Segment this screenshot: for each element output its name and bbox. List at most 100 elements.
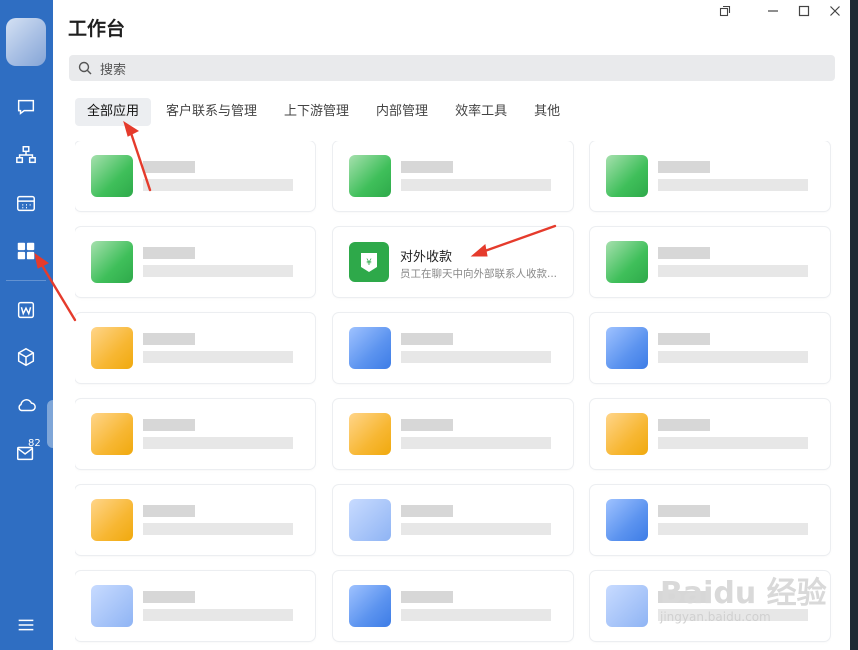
minimize-icon[interactable]: [758, 0, 788, 22]
app-desc-blurred: [401, 351, 551, 363]
app-desc-blurred: [143, 351, 293, 363]
app-desc-blurred: [658, 179, 808, 191]
app-name-blurred: [143, 419, 195, 431]
app-card-external-payment[interactable]: ¥ 对外收款 员工在聊天中向外部联系人收款...: [333, 227, 573, 297]
app-desc-blurred: [401, 609, 551, 621]
app-icon: [349, 413, 391, 455]
app-card[interactable]: [333, 141, 573, 211]
app-card[interactable]: [590, 399, 830, 469]
watermark: Baidu 经验 jingyan.baidu.com: [660, 560, 850, 640]
tab-internal-management[interactable]: 内部管理: [364, 98, 440, 126]
svg-text:¥: ¥: [366, 258, 372, 268]
app-name-blurred: [401, 419, 453, 431]
app-name-blurred: [143, 505, 195, 517]
desktop-edge: [850, 0, 858, 650]
app-desc: 员工在聊天中向外部联系人收款...: [400, 268, 558, 280]
app-desc-blurred: [143, 179, 293, 191]
app-icon: [606, 499, 648, 541]
app-name-blurred: [401, 505, 453, 517]
left-rail: 82: [0, 0, 53, 650]
search-input[interactable]: 搜索: [69, 55, 835, 81]
app-card[interactable]: [75, 571, 315, 641]
cloud-icon[interactable]: [9, 388, 43, 422]
app-icon: [91, 499, 133, 541]
tab-supply-chain[interactable]: 上下游管理: [272, 98, 361, 126]
page-title: 工作台: [68, 18, 126, 40]
chat-icon[interactable]: [9, 90, 43, 124]
app-desc-blurred: [658, 523, 808, 535]
tab-customer-management[interactable]: 客户联系与管理: [154, 98, 269, 126]
pin-window-icon[interactable]: [710, 0, 740, 22]
tab-productivity-tools[interactable]: 效率工具: [443, 98, 519, 126]
app-name-blurred: [658, 161, 710, 173]
app-card[interactable]: [75, 399, 315, 469]
app-desc-blurred: [143, 437, 293, 449]
app-icon: [349, 327, 391, 369]
workbench-icon[interactable]: [9, 234, 43, 268]
app-icon: [606, 327, 648, 369]
apps-cube-icon[interactable]: [9, 340, 43, 374]
app-desc-blurred: [658, 437, 808, 449]
app-card[interactable]: [590, 313, 830, 383]
app-icon: [606, 585, 648, 627]
tab-other[interactable]: 其他: [522, 98, 572, 126]
app-card[interactable]: [75, 313, 315, 383]
avatar[interactable]: [6, 18, 46, 66]
doc-icon[interactable]: [9, 293, 43, 327]
category-tabs: 全部应用 客户联系与管理 上下游管理 内部管理 效率工具 其他: [75, 98, 575, 126]
maximize-icon[interactable]: [789, 0, 819, 22]
app-icon: [606, 241, 648, 283]
app-name-blurred: [143, 247, 195, 259]
mail-badge: 82: [28, 438, 41, 449]
app-icon: [91, 585, 133, 627]
app-card[interactable]: [333, 571, 573, 641]
app-card[interactable]: [75, 485, 315, 555]
app-desc-blurred: [401, 437, 551, 449]
app-desc-blurred: [658, 265, 808, 277]
app-card[interactable]: [333, 399, 573, 469]
app-card[interactable]: [590, 485, 830, 555]
app-icon: [91, 327, 133, 369]
calendar-icon[interactable]: [9, 186, 43, 220]
app-card[interactable]: [333, 313, 573, 383]
app-card[interactable]: [590, 141, 830, 211]
search-icon: [78, 61, 92, 75]
app-name: 对外收款: [400, 250, 453, 265]
watermark-text: Baidu 经验: [660, 576, 827, 611]
tab-all-apps[interactable]: 全部应用: [75, 98, 152, 126]
workbench-panel: 工作台 搜索 全部应用 客户联系与管理 上下游管理 内部管理 效率工具 其他 ¥: [53, 0, 850, 650]
app-name-blurred: [401, 333, 453, 345]
app-name-blurred: [143, 333, 195, 345]
app-name-blurred: [143, 161, 195, 173]
app-icon: [349, 155, 391, 197]
app-desc-blurred: [401, 179, 551, 191]
app-name-blurred: [143, 591, 195, 603]
app-name-blurred: [401, 591, 453, 603]
close-icon[interactable]: [820, 0, 850, 22]
app-desc-blurred: [658, 351, 808, 363]
app-card[interactable]: [333, 485, 573, 555]
app-card[interactable]: [75, 227, 315, 297]
app-desc-blurred: [143, 609, 293, 621]
app-name-blurred: [658, 505, 710, 517]
watermark-url: jingyan.baidu.com: [660, 610, 771, 624]
app-name-blurred: [658, 247, 710, 259]
app-icon: [91, 241, 133, 283]
app-icon: [91, 155, 133, 197]
app-name-blurred: [401, 161, 453, 173]
app-desc-blurred: [143, 265, 293, 277]
app-icon: [349, 499, 391, 541]
payment-app-icon: ¥: [349, 242, 389, 282]
app-icon: [606, 413, 648, 455]
app-icon: [349, 585, 391, 627]
rail-divider: [6, 280, 46, 281]
app-card[interactable]: [590, 227, 830, 297]
app-icon: [91, 413, 133, 455]
app-name-blurred: [658, 419, 710, 431]
app-desc-blurred: [401, 523, 551, 535]
search-placeholder: 搜索: [100, 62, 127, 78]
app-card[interactable]: [75, 141, 315, 211]
app-icon: [606, 155, 648, 197]
menu-icon[interactable]: [9, 608, 43, 642]
contacts-icon[interactable]: [9, 138, 43, 172]
